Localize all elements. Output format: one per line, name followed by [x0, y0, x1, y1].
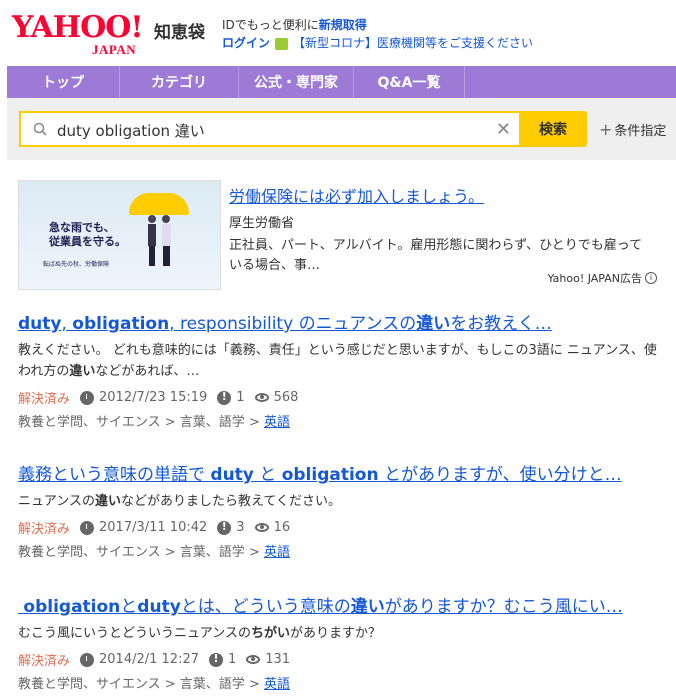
view-count: 131	[265, 652, 291, 667]
breadcrumb-item[interactable]: 言葉、語学	[180, 677, 245, 692]
breadcrumb-item[interactable]: 言葉、語学	[180, 415, 245, 430]
nav-category[interactable]: カテゴリ	[120, 66, 239, 98]
search-box: ✕	[19, 111, 519, 147]
search-input[interactable]	[55, 113, 479, 147]
status-badge: 解決済み	[18, 392, 71, 407]
ad-image[interactable]: 急な雨でも、 従業員を守る。 転ばぬ先の杖、労働保険	[18, 180, 221, 290]
breadcrumb-item[interactable]: 言葉、語学	[180, 545, 245, 560]
answers-icon	[217, 520, 232, 535]
ad-image-slogan: 急な雨でも、 従業員を守る。	[49, 221, 126, 249]
people-graphic	[148, 215, 171, 266]
nav-qa-list[interactable]: Q&A一覧	[354, 66, 465, 98]
answers-icon	[217, 390, 232, 405]
eye-icon	[246, 655, 261, 664]
search-button[interactable]: 検索	[519, 111, 587, 147]
ad-title[interactable]: 労働保険には必ず加入しましょう。	[229, 183, 484, 207]
bag-icon	[275, 37, 289, 50]
clear-icon[interactable]: ✕	[496, 119, 511, 140]
plus-icon: +	[599, 120, 613, 139]
post-date: 2017/3/11 10:42	[99, 520, 208, 535]
ad-label-text: Yahoo! JAPAN広告	[547, 272, 642, 285]
breadcrumb: 教養と学問、サイエンス > 言葉、語学 > 英語	[18, 545, 290, 560]
result-title[interactable]: obligationとdutyとは、どういう意味の違いがありますか？むこう風にい…	[18, 595, 663, 619]
breadcrumb: 教養と学問、サイエンス > 言葉、語学 > 英語	[18, 677, 290, 692]
result-snippet: むこう風にいうとどういうニュアンスのちがいがありますか？	[18, 626, 381, 641]
ad-slogan-line-2: 従業員を守る。	[49, 235, 126, 248]
nav-top[interactable]: トップ	[7, 66, 120, 98]
signup-notice-text: IDでもっと便利に	[222, 18, 319, 32]
search-conditions-label: 条件指定	[614, 124, 667, 139]
breadcrumb-item[interactable]: 教養と学問、サイエンス	[18, 677, 161, 692]
answer-count: 3	[236, 520, 245, 535]
ad-label[interactable]: Yahoo! JAPAN広告 i	[547, 270, 657, 286]
signup-link[interactable]: 新規取得	[319, 18, 367, 32]
search-bar: ✕ 検索 +条件指定	[7, 98, 676, 160]
breadcrumb-item[interactable]: 教養と学問、サイエンス	[18, 415, 161, 430]
login-link[interactable]: ログイン	[222, 34, 270, 51]
result-title[interactable]: 義務という意味の単語で duty と obligation とがありますが、使い…	[18, 463, 663, 487]
clock-icon	[80, 390, 95, 405]
result-item: 義務という意味の単語で duty と obligation とがありますが、使い…	[18, 463, 663, 560]
ad-block: 急な雨でも、 従業員を守る。 転ばぬ先の杖、労働保険 労働保険には必ず加入しまし…	[18, 180, 663, 290]
status-badge: 解決済み	[18, 522, 71, 537]
result-item: obligationとdutyとは、どういう意味の違いがありますか？むこう風にい…	[18, 595, 663, 692]
answer-count: 1	[236, 390, 245, 405]
breadcrumb-link[interactable]: 英語	[264, 415, 290, 430]
service-name[interactable]: 知恵袋	[154, 18, 205, 43]
answer-count: 1	[228, 652, 237, 667]
umbrella-graphic	[129, 193, 189, 215]
result-snippet: ニュアンスの違いなどがありましたら教えてください。	[18, 494, 341, 509]
post-date: 2012/7/23 15:19	[99, 390, 208, 405]
result-item: duty, obligation, responsibility のニュアンスの…	[18, 312, 663, 430]
eye-icon	[254, 393, 269, 402]
result-meta: 解決済み 2012/7/23 15:19 1 568	[18, 388, 663, 408]
header: YAHOO! JAPAN 知恵袋 IDでもっと便利に新規取得 ログイン 【新型コ…	[0, 0, 676, 66]
breadcrumb-link[interactable]: 英語	[264, 677, 290, 692]
result-meta: 解決済み 2017/3/11 10:42 3 16	[18, 518, 663, 538]
result-snippet: 教えください。 どれも意味的には「義務、責任」という感じだと思いますが、もしこの…	[18, 343, 657, 379]
search-conditions[interactable]: + 条件指定	[599, 120, 666, 139]
nav-official-experts[interactable]: 公式・専門家	[239, 66, 354, 98]
breadcrumb-link[interactable]: 英語	[264, 545, 290, 560]
status-badge: 解決済み	[18, 654, 71, 669]
clock-icon	[80, 652, 95, 667]
search-icon	[33, 122, 47, 136]
ad-sponsor: 厚生労働省	[229, 216, 295, 231]
result-meta: 解決済み 2014/2/1 12:27 1 131	[18, 650, 663, 670]
post-date: 2014/2/1 12:27	[99, 652, 199, 667]
login-row: ログイン 【新型コロナ】医療機関等をご支援ください	[222, 34, 533, 51]
yahoo-japan-logo[interactable]: YAHOO! JAPAN	[12, 10, 152, 58]
ad-image-small-text: 転ばぬ先の杖、労働保険	[43, 261, 110, 268]
eye-icon	[254, 523, 269, 532]
answers-icon	[209, 652, 223, 667]
signup-notice: IDでもっと便利に新規取得	[222, 16, 367, 33]
clock-icon	[80, 520, 95, 535]
result-title[interactable]: duty, obligation, responsibility のニュアンスの…	[18, 312, 663, 336]
view-count: 16	[273, 520, 291, 535]
info-icon[interactable]: i	[645, 272, 657, 284]
ad-slogan-line-1: 急な雨でも、	[49, 221, 115, 234]
main-nav: トップ カテゴリ 公式・専門家 Q&A一覧	[7, 66, 676, 98]
breadcrumb-item[interactable]: 教養と学問、サイエンス	[18, 545, 161, 560]
logo-sub-text: JAPAN	[92, 42, 137, 57]
breadcrumb: 教養と学問、サイエンス > 言葉、語学 > 英語	[18, 415, 290, 430]
covid-notice-link[interactable]: 【新型コロナ】医療機関等をご支援ください	[293, 34, 533, 51]
logo-main-text: YAHOO!	[12, 10, 144, 45]
view-count: 568	[273, 390, 299, 405]
